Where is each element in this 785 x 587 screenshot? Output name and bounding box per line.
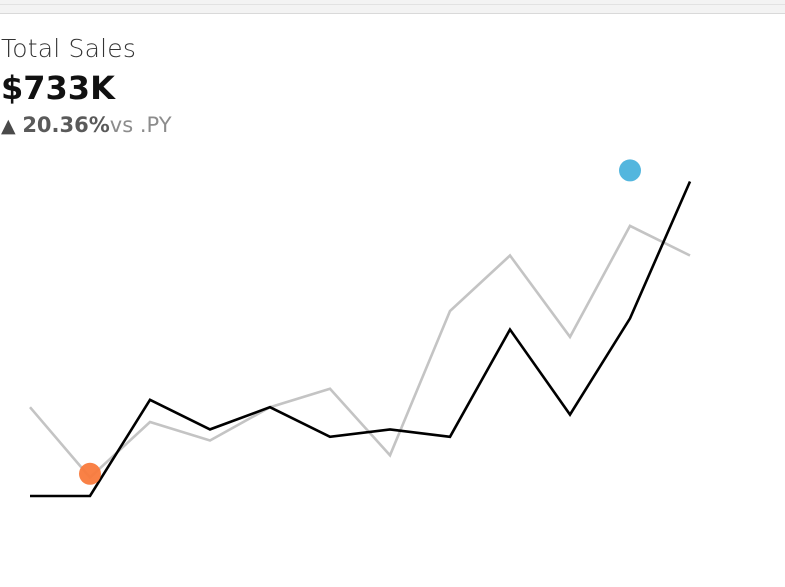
sales-line-chart	[29, 159, 692, 498]
min-value-marker[interactable]	[79, 462, 101, 485]
previous-series-line	[29, 224, 691, 480]
max-value-marker[interactable]	[619, 159, 641, 182]
current-series-line	[30, 180, 692, 498]
